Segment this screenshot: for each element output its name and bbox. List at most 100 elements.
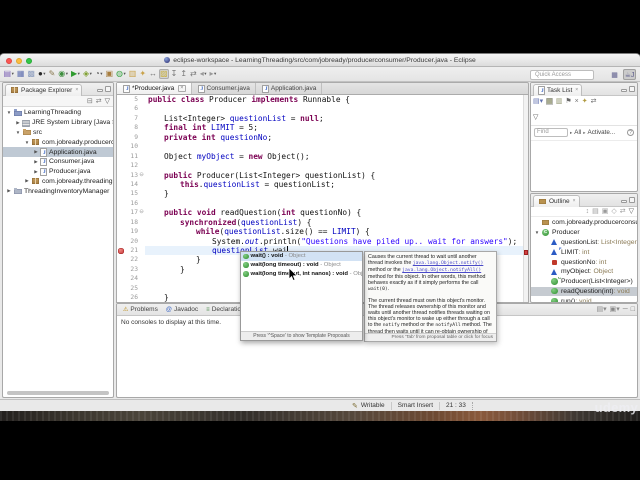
outline-item-run[interactable]: run() : void (531, 296, 637, 302)
outline-item-questionlist[interactable]: questionList : List<Integer> (531, 238, 637, 248)
close-view-icon[interactable]: × (573, 198, 576, 204)
line-number-ruler[interactable]: 7 (117, 114, 145, 123)
completion-item-wait-long-timeout-int-nanos-void[interactable]: wait(long timeout, int nanos) : void - O… (241, 270, 362, 279)
line-number-ruler[interactable]: 5 (117, 95, 145, 104)
minimize-icon[interactable]: ─ (623, 306, 628, 313)
line-number-ruler[interactable]: 11 (117, 152, 145, 161)
editor-tab-application-java[interactable]: Application.java (256, 83, 323, 94)
close-window-button[interactable] (6, 57, 12, 64)
new-java-project-icon[interactable]: ▣ (104, 69, 115, 79)
quick-access-input[interactable]: Quick Access (530, 69, 594, 80)
hide-fields-icon[interactable]: ▤ (592, 208, 599, 215)
help-icon[interactable]: ? (627, 129, 634, 136)
overview-ruler[interactable] (523, 95, 528, 302)
line-number-ruler[interactable]: 20 (117, 237, 145, 246)
pencil-icon[interactable]: ✎ (47, 69, 57, 79)
line-number-ruler[interactable]: 26 (117, 293, 145, 302)
outline-item-producer-list-integer[interactable]: Producer(List<Integer>) (531, 277, 637, 287)
tree-item-consumer-java[interactable]: ▶Consumer.java (3, 157, 113, 167)
horizontal-scrollbar[interactable] (7, 391, 109, 395)
code-line-8[interactable]: 8 final int LIMIT = 5; (117, 123, 528, 132)
synchronize-icon[interactable]: ⇄ (591, 98, 597, 105)
coverage-icon[interactable]: ◈ ▾ (81, 69, 93, 79)
view-menu-icon[interactable]: ▽ (533, 114, 538, 121)
line-number-ruler[interactable]: 17 ⊖ (117, 208, 145, 217)
doc-link[interactable]: java.lang.Object.notify() (413, 261, 484, 266)
search-repository-icon[interactable]: ✦ (582, 98, 588, 105)
link-editor-icon[interactable]: ⇄ (96, 98, 102, 105)
categorized-view-icon[interactable]: ▦ (546, 98, 553, 105)
external-tools-icon[interactable]: ↔ (148, 69, 159, 79)
outline-tab[interactable]: Outline × (533, 194, 580, 207)
line-number-ruler[interactable]: 8 (117, 123, 145, 132)
zoom-window-button[interactable] (26, 57, 32, 64)
launch-icon[interactable]: ● ▾ (36, 69, 47, 79)
code-line-9[interactable]: 9 private int questionNo; (117, 133, 528, 142)
back-icon[interactable]: ◂ ▾ (198, 69, 208, 79)
run-icon[interactable]: ▶ ▾ (70, 69, 82, 79)
tree-item-src[interactable]: ▼ src (3, 128, 113, 138)
code-line-7[interactable]: 7 List<Integer> questionList = null; (117, 114, 528, 123)
mark-occurrences-icon[interactable]: ▨ (158, 69, 170, 79)
minimize-view-icon[interactable] (621, 89, 627, 92)
minimize-view-icon[interactable] (621, 200, 627, 203)
code-line-5[interactable]: 5 public class Producer implements Runnab… (117, 95, 528, 104)
save-icon[interactable]: ▦ (15, 69, 26, 79)
maximize-view-icon[interactable] (105, 86, 111, 92)
line-number-ruler[interactable]: 24 (117, 274, 145, 283)
delete-task-icon[interactable]: × (575, 98, 579, 105)
line-number-ruler[interactable]: 15 (117, 189, 145, 198)
line-number-ruler[interactable]: 10 (117, 142, 145, 151)
search-icon[interactable]: ✦ (138, 69, 148, 79)
code-line-17[interactable]: 17 ⊖ public void readQuestion(int question… (117, 208, 528, 217)
completion-item-wait-void[interactable]: wait() : void - Object (241, 252, 362, 261)
minimize-window-button[interactable] (16, 57, 22, 64)
line-number-ruler[interactable]: 16 (117, 199, 145, 208)
link-editor-icon[interactable]: ⇄ (620, 208, 626, 215)
tab-problems[interactable]: ⚠ Problems (119, 304, 162, 315)
new-class-icon[interactable]: ◍ ▾ (115, 69, 128, 79)
outline-item-readquestion-int[interactable]: readQuestion(int) : void (531, 286, 637, 297)
tree-item-threadinginventorymanager[interactable]: ▶ ThreadingInventoryManager (3, 186, 113, 196)
tree-item-com-jobready-producerconsumer[interactable]: ▼com.jobready.producerconsumer (3, 137, 113, 147)
code-line-10[interactable]: 10 (117, 142, 528, 151)
line-number-ruler[interactable]: 18 (117, 218, 145, 227)
error-overview-marker[interactable] (524, 250, 528, 255)
maximize-icon[interactable]: □ (631, 306, 635, 313)
tree-item-learningthreading[interactable]: ▼ LearningThreading (3, 108, 113, 118)
collapse-all-icon[interactable]: ⊟ (87, 98, 93, 105)
line-number-ruler[interactable]: 12 (117, 161, 145, 170)
task-list-tab[interactable]: Task List × (533, 83, 583, 96)
focus-workweek-icon[interactable]: ⚑ (565, 98, 571, 105)
hide-non-public-icon[interactable]: ◇ (611, 208, 616, 215)
outline-item-myobject[interactable]: myObject : Object (531, 267, 637, 277)
find-input[interactable]: Find (534, 128, 568, 137)
tree-item-jre-system-library-java-se-9-9[interactable]: ▶JRE System Library [Java SE 9 [9]] (3, 118, 113, 128)
line-number-ruler[interactable]: 13 ⊖ (117, 171, 145, 180)
next-annotation-icon[interactable]: ↧ (169, 69, 179, 79)
forward-icon[interactable]: ▸ ▾ (208, 69, 218, 79)
new-wizard-icon[interactable]: ▤ ▾ (2, 69, 15, 79)
code-line-11[interactable]: 11 Object myObject = new Object(); (117, 152, 528, 161)
minimize-view-icon[interactable] (97, 89, 103, 92)
new-task-icon[interactable]: ▤▾ (533, 98, 543, 105)
prev-annotation-icon[interactable]: ↥ (179, 69, 189, 79)
line-number-ruler[interactable]: 25 (117, 284, 145, 293)
debug-icon[interactable]: ◉ ▾ (57, 69, 70, 79)
fold-marker-icon[interactable]: ⊖ (138, 171, 145, 180)
code-line-15[interactable]: 15} (117, 189, 528, 198)
view-menu-icon[interactable]: ▽ (629, 208, 634, 215)
editor-tab-producer-java[interactable]: *Producer.java× (117, 83, 192, 94)
line-number-ruler[interactable]: 6 (117, 104, 145, 113)
code-line-19[interactable]: 19 while(questionList.size() == LIMIT) { (117, 227, 528, 236)
line-number-ruler[interactable]: 14 (117, 180, 145, 189)
all-filter-link[interactable]: All (574, 129, 581, 136)
line-number-ruler[interactable]: 9 (117, 133, 145, 142)
activate-link[interactable]: Activate... (588, 129, 616, 136)
completion-item-wait-long-timeout-void[interactable]: wait(long timeout) : void - Object (241, 261, 362, 270)
outline-item-questionno[interactable]: questionNo : int (531, 257, 637, 267)
last-edit-location-icon[interactable]: ⇄ (189, 69, 199, 79)
tree-item-application-java[interactable]: ▶Application.java (3, 147, 113, 157)
editor-tab-consumer-java[interactable]: Consumer.java (192, 83, 256, 94)
save-all-icon[interactable]: ▩ (26, 69, 37, 79)
